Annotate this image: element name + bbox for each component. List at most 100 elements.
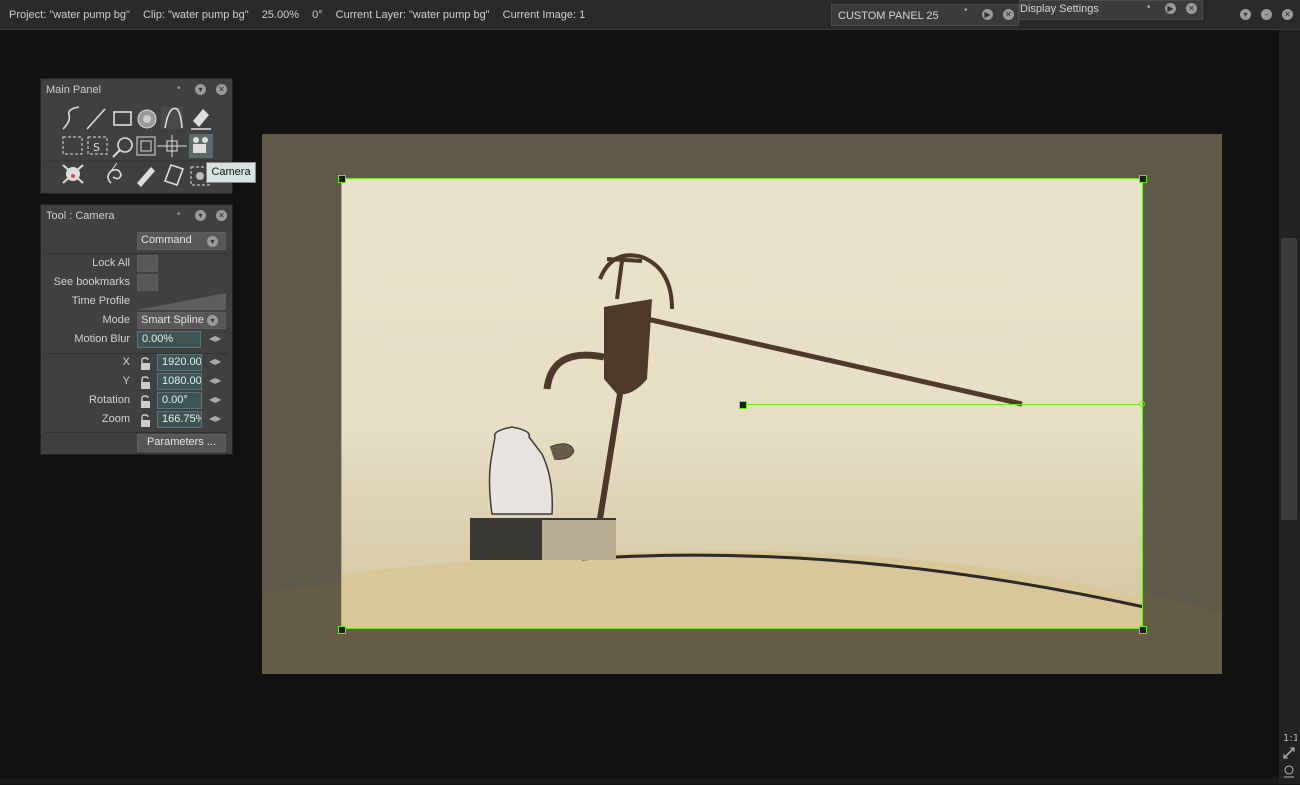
parameters-button[interactable]: Parameters ... [137,434,226,452]
command-dropdown-label: Command [141,234,192,246]
camera-tooltip-text: Camera [211,166,251,178]
horizontal-scrollbar[interactable] [0,778,1279,784]
collapse-icon[interactable]: ▾ [195,210,206,221]
rotation-label: Rotation [89,394,130,406]
status-current-image: Current Image: 1 [502,9,586,21]
play-icon[interactable]: ▶ [1165,3,1176,14]
y-value: 1080.00 [162,375,202,387]
tab-display-settings-label: Display Settings [1020,3,1099,15]
camera-rotation-line [746,404,1140,405]
swirl-icon [107,162,122,184]
motion-blur-value: 0.00% [142,333,174,345]
unlock-icon[interactable] [139,357,151,371]
parameters-button-label: Parameters ... [146,436,217,448]
skull-icon [62,164,84,184]
stepper-arrows-icon[interactable]: ◀▶ [209,357,221,366]
camera-icon [189,134,213,158]
time-profile-label: Time Profile [71,295,130,307]
status-text: Project: "water pump bg" Clip: "water pu… [9,9,595,21]
status-project: Project: "water pump bg" [9,9,130,21]
time-profile-curve[interactable] [137,293,226,310]
pin-icon[interactable]: • [177,83,181,94]
minimize-icon[interactable]: – [1261,9,1272,20]
chevron-down-icon: ▾ [207,236,218,247]
rotate-view-icon [1284,765,1294,778]
bezier-icon [161,107,183,129]
pen-icon [137,167,155,187]
camera-tooltip: Camera [206,162,256,183]
see-bookmarks-checkbox[interactable] [137,274,158,291]
camera-rotation-handle[interactable] [1139,401,1145,407]
x-label: X [122,356,130,368]
stepper-arrows-icon[interactable]: ◀▶ [209,376,221,385]
unlock-icon[interactable] [139,395,151,409]
tab-custom-panel-label: CUSTOM PANEL 25 [838,10,939,22]
stepper-arrows-icon[interactable]: ◀▶ [209,414,221,423]
x-input[interactable]: 1920.00 [157,354,202,371]
status-current-layer: Current Layer: "water pump bg" [335,9,490,21]
stepper-arrows-icon[interactable]: ◀▶ [209,334,221,343]
move-icon [157,135,187,157]
rotation-value: 0.00° [162,394,188,406]
paper-icon [163,163,185,187]
x-value: 1920.00 [162,356,202,368]
motion-blur-input[interactable]: 0.00% [137,331,201,348]
mode-label: Mode [102,314,130,326]
motion-blur-label: Motion Blur [74,333,130,345]
collapse-icon[interactable]: ▾ [1240,9,1251,20]
expand-icon [1283,747,1295,759]
camera-corner-handle[interactable] [338,626,346,634]
freehand-stroke-icon [62,106,80,130]
play-icon[interactable]: ▶ [982,9,993,20]
eraser-icon [191,109,211,130]
pin-icon[interactable]: • [1147,2,1151,13]
main-panel-title-text: Main Panel [46,84,102,96]
unlock-icon[interactable] [139,376,151,390]
mode-dropdown-value: Smart Spline [141,314,204,326]
pin-icon[interactable]: • [177,209,181,220]
status-angle: 0° [312,9,323,21]
chevron-down-icon: ▾ [207,315,218,326]
lock-all-label: Lock All [92,257,130,269]
tool-panel-title-text: Tool : Camera [46,210,115,222]
status-clip: Clip: "water pump bg" [142,9,249,21]
y-label: Y [122,375,130,387]
zoom-input[interactable]: 166.75% [157,411,202,428]
transform-icon [136,136,156,156]
disk-icon [137,109,157,129]
close-icon[interactable]: ✕ [216,210,227,221]
svg-text:S: S [93,141,100,154]
zoom-value: 166.75% [162,413,202,425]
close-icon[interactable]: ✕ [1003,9,1014,20]
pin-icon[interactable]: • [964,5,968,16]
rectangle-icon [113,111,132,126]
divider [45,432,228,433]
camera-corner-handle[interactable] [1139,175,1147,183]
camera-center-handle[interactable] [739,401,747,409]
unlock-icon[interactable] [139,414,151,428]
stepper-arrows-icon[interactable]: ◀▶ [209,395,221,404]
magnify-icon [112,137,133,158]
view-controls: 1:1 [1281,730,1299,785]
line-icon [86,108,106,130]
y-input[interactable]: 1080.00 [157,373,202,390]
tool-panel: Tool : Camera • ▾ ✕ Command ▾ Lock All S… [40,204,233,455]
see-bookmarks-label: See bookmarks [53,276,130,288]
fit-to-window-icon: 1:1 [1283,733,1299,744]
close-icon[interactable]: ✕ [216,84,227,95]
main-panel: Main Panel • ▾ ✕ S [40,78,233,194]
status-zoom: 25.00% [261,9,299,21]
close-icon[interactable]: ✕ [1186,3,1197,14]
collapse-icon[interactable]: ▾ [195,84,206,95]
divider [45,253,228,254]
zoom-label: Zoom [101,413,130,425]
camera-corner-handle[interactable] [1139,626,1147,634]
camera-corner-handle[interactable] [338,175,346,183]
svg-text:1:1: 1:1 [1283,733,1297,744]
lock-all-checkbox[interactable] [137,255,158,272]
vertical-scrollbar-thumb[interactable] [1281,238,1297,520]
shape-select-icon: S [87,136,108,155]
rotation-input[interactable]: 0.00° [157,392,202,409]
lasso-select-icon [62,136,83,155]
close-icon[interactable]: ✕ [1282,9,1293,20]
